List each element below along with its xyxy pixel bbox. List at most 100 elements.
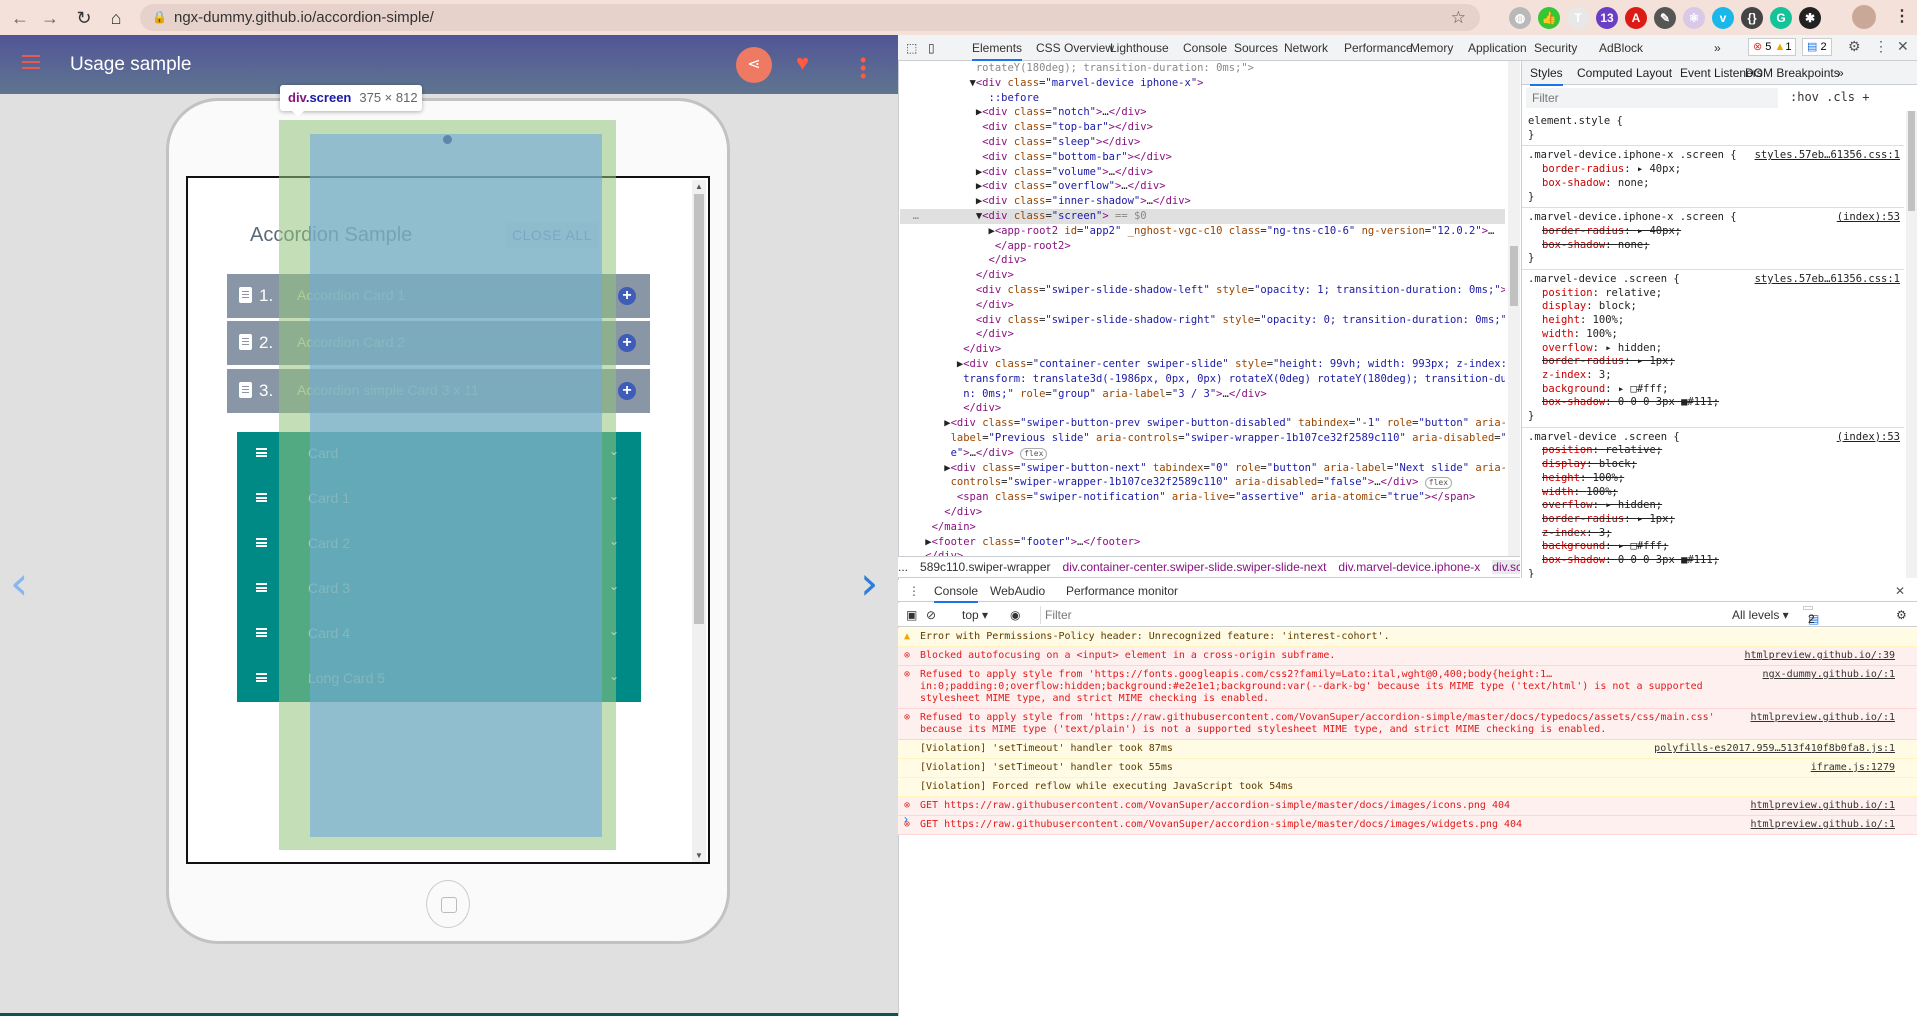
elements-scrollbar[interactable] (1508, 61, 1520, 556)
css-property[interactable]: width: 100%; (1528, 328, 1898, 342)
dom-line[interactable]: </main> (900, 520, 1505, 535)
console-message-warning[interactable]: [Violation] 'setTimeout' handler took 55… (898, 759, 1917, 778)
devtools-tab-adblock[interactable]: AdBlock (1599, 41, 1643, 55)
css-property[interactable]: background: ▸ □#fff; (1528, 383, 1898, 397)
console-settings-icon[interactable]: ⚙ (1896, 608, 1907, 622)
css-property[interactable]: box-shadow: none; (1528, 239, 1898, 253)
clear-console-icon[interactable]: ⊘ (926, 608, 936, 622)
css-property[interactable]: z-index: 3; (1528, 527, 1898, 541)
context-selector[interactable]: top ▾ (962, 608, 988, 622)
dom-line[interactable]: </div> (900, 298, 1505, 313)
css-property[interactable]: box-shadow: 0 0 0 3px ■#111; (1528, 396, 1898, 410)
css-property[interactable]: display: block; (1528, 300, 1898, 314)
drawer-tab-webaudio[interactable]: WebAudio (990, 584, 1045, 598)
rule-source-link[interactable]: styles.57eb…61356.css:1 (1755, 273, 1900, 287)
inspect-element-icon[interactable]: ⬚ (906, 41, 917, 55)
expand-plus-icon[interactable]: + (618, 287, 636, 305)
dom-line[interactable]: <div class="swiper-slide-shadow-right" s… (900, 313, 1505, 328)
drawer-tab-performance-monitor[interactable]: Performance monitor (1066, 584, 1178, 598)
back-button[interactable]: ← (8, 6, 32, 30)
graduation-extension-icon[interactable]: 13 (1596, 7, 1618, 29)
home-button[interactable]: ⌂ (104, 6, 128, 30)
dom-line[interactable]: </div> (900, 401, 1505, 416)
css-property[interactable]: position: relative; (1528, 287, 1898, 301)
devtools-tab-network[interactable]: Network (1284, 41, 1328, 55)
console-message-error[interactable]: ⊗ GET https://raw.githubusercontent.com/V… (898, 816, 1917, 835)
styles-toolbar[interactable]: :hov .cls + (1790, 90, 1869, 104)
devtools-tab-memory[interactable]: Memory (1410, 41, 1453, 55)
devtools-close-icon[interactable]: ✕ (1897, 38, 1909, 55)
css-property[interactable]: border-radius: ▸ 40px; (1528, 225, 1898, 239)
breadcrumb-item[interactable]: ... (898, 560, 908, 574)
dom-line[interactable]: </div> (900, 253, 1505, 268)
message-source-link[interactable]: iframe.js:1279 (1811, 762, 1895, 774)
devtools-tab-css-overview[interactable]: CSS Overview (1036, 41, 1114, 55)
css-property[interactable]: background: ▸ □#fff; (1528, 540, 1898, 554)
message-source-link[interactable]: htmlpreview.github.io/:39 (1744, 650, 1895, 662)
dom-line[interactable]: <span class="swiper-notification" aria-l… (900, 490, 1505, 505)
react-extension-icon[interactable]: ⚛ (1683, 7, 1705, 29)
dom-line-selected[interactable]: … ▼<div class="screen"> == $0 (900, 208, 1505, 224)
device-toggle-icon[interactable]: ▯ (928, 41, 935, 55)
console-message-error[interactable]: ⊗ Refused to apply style from 'https://ra… (898, 709, 1917, 740)
css-property[interactable]: position: relative; (1528, 444, 1898, 458)
dom-line[interactable]: ▶<div class="swiper-button-next" tabinde… (900, 461, 1505, 476)
styles-tab-computed[interactable]: Computed (1577, 66, 1632, 80)
profile-avatar[interactable] (1852, 5, 1876, 29)
devtools-tab--[interactable]: » (1714, 41, 1721, 55)
globe-extension-icon[interactable]: ◍ (1509, 7, 1531, 29)
dom-line[interactable]: ::before (900, 91, 1505, 106)
elements-tree[interactable]: rotateY(180deg); transition-duration: 0m… (900, 61, 1505, 556)
console-filter-input[interactable]: Filter (1040, 606, 1720, 624)
styles-scrollbar[interactable] (1906, 111, 1917, 578)
thumbs-up-extension-icon[interactable]: 👍 (1538, 7, 1560, 29)
breadcrumb-item[interactable]: div.container-center.swiper-slide.swiper… (1063, 560, 1327, 574)
dom-line[interactable]: </div> (900, 342, 1505, 357)
forward-button[interactable]: → (38, 6, 62, 30)
message-source-link[interactable]: htmlpreview.github.io/:1 (1751, 800, 1896, 812)
more-vertical-icon[interactable]: • • • (860, 51, 866, 85)
issues-counter[interactable]: ▤ 2 (1802, 38, 1832, 56)
dom-line[interactable]: </div> (900, 505, 1505, 520)
console-message-warning[interactable]: ▲ Error with Permissions-Policy header: U… (898, 628, 1917, 647)
message-source-link[interactable]: htmlpreview.github.io/:1 (1751, 712, 1896, 724)
dom-line[interactable]: </div> (900, 327, 1505, 342)
css-property[interactable]: border-radius: ▸ 1px; (1528, 513, 1898, 527)
message-source-link[interactable]: ngx-dummy.github.io/:1 (1763, 669, 1895, 681)
drawer-menu-icon[interactable]: ⋮ (908, 584, 920, 598)
share-button[interactable]: ⋖ (736, 47, 772, 83)
scroll-up-icon[interactable]: ▲ (695, 182, 703, 191)
devtools-tab-application[interactable]: Application (1468, 41, 1527, 55)
device-home-button[interactable] (426, 880, 470, 928)
drawer-tab-console[interactable]: Console (934, 584, 979, 603)
css-property[interactable]: display: block; (1528, 458, 1898, 472)
screen-scrollbar[interactable]: ▲ ▼ (692, 180, 706, 862)
live-expression-eye-icon[interactable]: ◉ (1010, 608, 1020, 622)
dom-line[interactable]: <div class="bottom-bar"></div> (900, 150, 1505, 165)
dom-line[interactable]: ▶<div class="container-center swiper-sli… (900, 357, 1505, 372)
breadcrumb-item[interactable]: div.screen (1492, 560, 1520, 574)
dom-line[interactable]: ▶<footer class="footer">…</footer> (900, 535, 1505, 550)
console-message-error[interactable]: ⊗ Blocked autofocusing on a <input> eleme… (898, 647, 1917, 666)
scroll-down-icon[interactable]: ▼ (695, 851, 703, 860)
dom-line[interactable]: transform: translate3d(-1986px, 0px, 0px… (900, 372, 1505, 387)
css-property[interactable]: overflow: ▸ hidden; (1528, 342, 1898, 356)
console-message-error[interactable]: ⊗ GET https://raw.githubusercontent.com/V… (898, 797, 1917, 816)
angular-extension-icon[interactable]: A (1625, 7, 1647, 29)
rule-source-link[interactable]: (index):53 (1837, 211, 1900, 225)
dom-line[interactable]: </app-root2> (900, 239, 1505, 254)
devtools-tab-lighthouse[interactable]: Lighthouse (1110, 41, 1169, 55)
dom-line[interactable]: rotateY(180deg); transition-duration: 0m… (900, 61, 1505, 76)
styles-tab--[interactable]: » (1837, 66, 1844, 80)
css-property[interactable]: border-radius: ▸ 1px; (1528, 355, 1898, 369)
puzzle-extension-icon[interactable]: ✱ (1799, 7, 1821, 29)
dom-line[interactable]: ▼<div class="marvel-device iphone-x"> (900, 76, 1505, 91)
console-message-warning[interactable]: [Violation] 'setTimeout' handler took 87… (898, 740, 1917, 759)
css-property[interactable]: height: 100%; (1528, 314, 1898, 328)
settings-gear-icon[interactable]: ⚙ (1848, 38, 1861, 55)
swiper-prev-button[interactable]: ‹ (10, 556, 28, 610)
hamburger-menu-icon[interactable] (22, 55, 40, 69)
dom-line[interactable]: ▶<app-root2 id="app2" _nghost-vgc-c10 cl… (900, 224, 1505, 239)
rule-source-link[interactable]: styles.57eb…61356.css:1 (1755, 149, 1900, 163)
rule-source-link[interactable]: (index):53 (1837, 431, 1900, 445)
